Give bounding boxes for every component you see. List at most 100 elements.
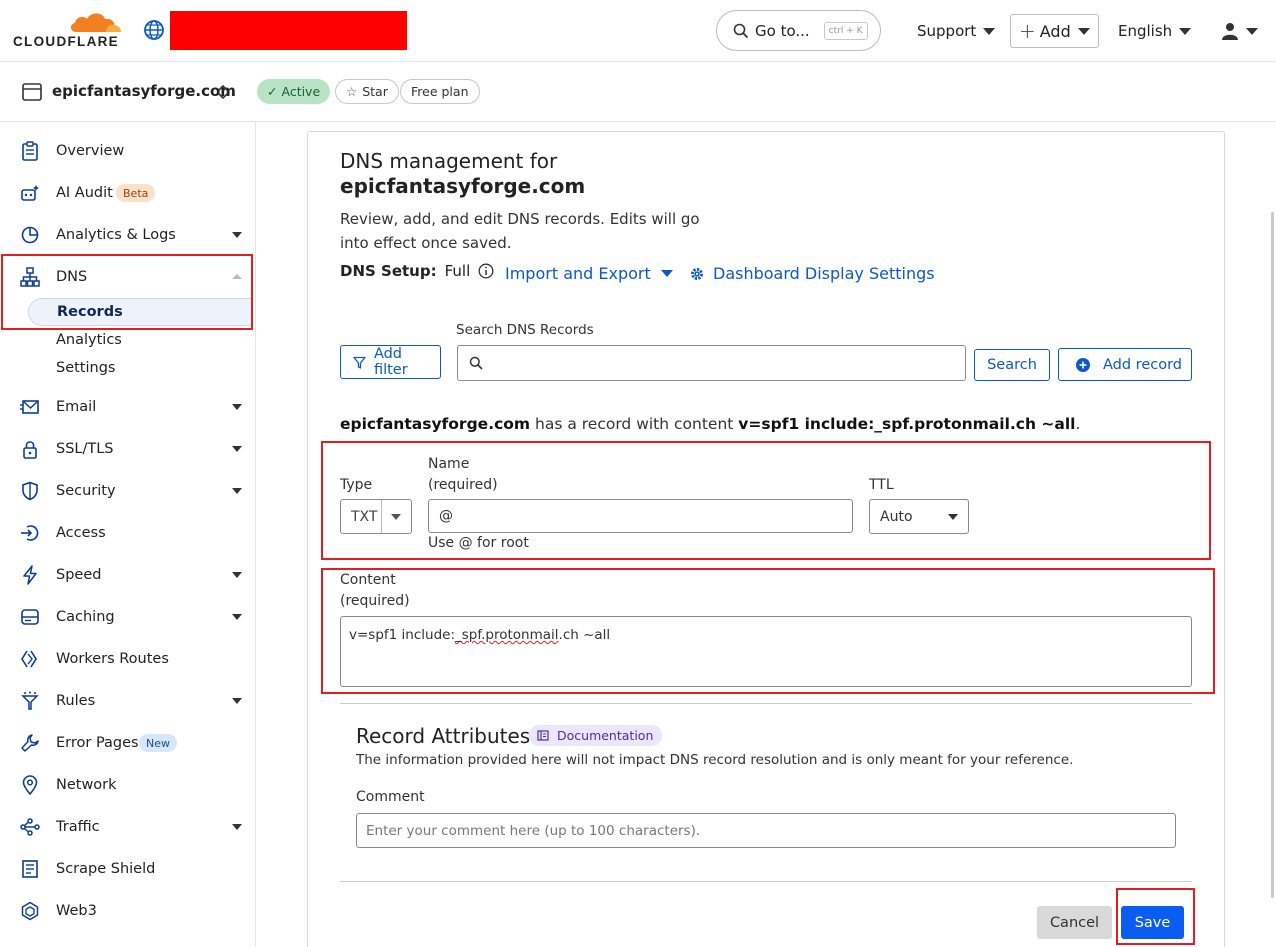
import-export-dropdown[interactable]: Import and Export xyxy=(505,264,673,283)
page-description: Review, add, and edit DNS records. Edits… xyxy=(340,210,700,252)
chevron-down-icon[interactable] xyxy=(232,824,242,830)
add-filter-label: Add filter xyxy=(373,346,408,378)
goto-label: Go to... xyxy=(755,21,810,40)
select-divider xyxy=(381,500,382,533)
sidebar-item-speed[interactable]: Speed xyxy=(0,554,255,596)
search-button[interactable]: Search xyxy=(974,349,1050,381)
add-filter-button[interactable]: Add filter xyxy=(340,345,441,379)
sidebar-item-label: SSL/TLS xyxy=(56,441,114,457)
ttl-value: Auto xyxy=(880,509,913,525)
cancel-button[interactable]: Cancel xyxy=(1037,906,1112,939)
dns-setup-label: DNS Setup: xyxy=(340,262,437,280)
sidebar-item-label: Error Pages xyxy=(56,735,139,751)
sidebar-item-traffic[interactable]: Traffic xyxy=(0,806,255,848)
section-divider xyxy=(340,703,1192,704)
record-attributes-description: The information provided here will not i… xyxy=(356,752,1074,768)
web3-icon xyxy=(21,901,39,921)
add-record-button[interactable]: Add record xyxy=(1058,348,1192,381)
chevron-down-icon[interactable] xyxy=(232,232,242,238)
sidebar-item-email[interactable]: Email xyxy=(0,386,255,428)
traffic-icon xyxy=(20,818,40,836)
type-label: Type xyxy=(340,477,373,493)
search-input[interactable] xyxy=(457,345,966,381)
content-text-a: v=spf1 include: xyxy=(349,627,455,643)
browser-window-icon xyxy=(22,83,42,101)
add-button[interactable]: + Add xyxy=(1010,14,1099,48)
chevron-down-icon[interactable] xyxy=(232,614,242,620)
sidebar-item-label: Rules xyxy=(56,693,96,709)
sidebar-item-error-pages[interactable]: Error Pages New xyxy=(0,722,255,764)
content-required-label: (required) xyxy=(340,593,410,609)
workers-icon xyxy=(21,650,37,668)
sidebar-item-rules[interactable]: Rules xyxy=(0,680,255,722)
sidebar-item-network[interactable]: Network xyxy=(0,764,255,806)
globe-icon[interactable] xyxy=(143,19,165,41)
save-button[interactable]: Save xyxy=(1121,906,1184,939)
checkmark-icon: ✓ xyxy=(267,84,278,99)
access-icon xyxy=(21,525,39,541)
sidebar-item-security[interactable]: Security xyxy=(0,470,255,512)
storage-icon xyxy=(21,609,39,625)
language-menu[interactable]: English xyxy=(1118,14,1192,48)
chevron-down-icon[interactable] xyxy=(232,404,242,410)
page-scrollbar[interactable] xyxy=(1271,212,1274,898)
support-menu[interactable]: Support xyxy=(917,14,996,48)
chevron-down-icon[interactable] xyxy=(232,488,242,494)
info-icon[interactable] xyxy=(478,263,494,279)
zone-switcher-icon[interactable] xyxy=(216,82,230,102)
sidebar-item-label: Caching xyxy=(56,609,115,625)
dashboard-settings-label: Dashboard Display Settings xyxy=(713,264,935,283)
chevron-down-icon xyxy=(1077,27,1090,35)
chevron-down-icon xyxy=(1246,27,1258,35)
ttl-select[interactable]: Auto xyxy=(869,499,969,534)
chevron-down-icon[interactable] xyxy=(232,446,242,452)
documentation-link[interactable]: Documentation xyxy=(529,725,663,746)
name-input[interactable]: @ xyxy=(428,499,853,533)
status-badge: ✓ Active xyxy=(257,79,331,104)
content-label: Content xyxy=(340,572,396,588)
clipboard-icon xyxy=(22,141,38,161)
status-label: Active xyxy=(281,84,321,99)
name-hint: Use @ for root xyxy=(428,535,529,551)
sidebar-item-caching[interactable]: Caching xyxy=(0,596,255,638)
ttl-label: TTL xyxy=(869,477,894,493)
sidebar-item-web3[interactable]: Web3 xyxy=(0,890,255,932)
sidebar-item-overview[interactable]: Overview xyxy=(0,130,255,172)
chevron-down-icon[interactable] xyxy=(232,572,242,578)
plan-badge[interactable]: Free plan xyxy=(400,79,480,104)
content-textarea[interactable]: v=spf1 include:_spf.protonmail.ch ~all xyxy=(340,616,1192,687)
location-pin-icon xyxy=(22,775,38,795)
plus-icon: + xyxy=(1019,19,1036,43)
pie-chart-icon xyxy=(21,226,39,244)
star-button[interactable]: ☆ Star xyxy=(335,79,399,104)
sidebar-subitem-analytics[interactable]: Analytics xyxy=(56,332,122,348)
sidebar-item-label: Analytics & Logs xyxy=(56,227,176,243)
robot-icon xyxy=(21,185,39,201)
comment-input[interactable]: Enter your comment here (up to 100 chara… xyxy=(356,813,1176,848)
sidebar-item-workers-routes[interactable]: Workers Routes xyxy=(0,638,255,680)
type-select[interactable]: TXT xyxy=(340,499,412,534)
sidebar: Overview AI Audit Beta Analytics & Logs … xyxy=(0,122,256,947)
sidebar-item-scrape-shield[interactable]: Scrape Shield xyxy=(0,848,255,890)
search-icon xyxy=(733,23,749,38)
dashboard-display-settings-link[interactable]: Dashboard Display Settings xyxy=(690,264,935,283)
sidebar-item-label: Security xyxy=(56,483,116,499)
user-menu[interactable] xyxy=(1221,14,1258,48)
add-label: Add xyxy=(1039,21,1071,41)
sidebar-item-ssl-tls[interactable]: SSL/TLS xyxy=(0,428,255,470)
add-menu[interactable]: + Add xyxy=(1010,14,1099,48)
funnel-rules-icon xyxy=(21,691,39,710)
sidebar-item-access[interactable]: Access xyxy=(0,512,255,554)
sidebar-item-ai-audit[interactable]: AI Audit Beta xyxy=(0,172,255,214)
book-icon xyxy=(537,730,549,741)
message-end: . xyxy=(1075,415,1081,433)
section-divider xyxy=(340,881,1192,882)
sidebar-item-label: Workers Routes xyxy=(56,651,169,667)
documentation-label: Documentation xyxy=(557,728,654,743)
goto-search-button[interactable]: Go to... ctrl + K xyxy=(716,10,881,51)
chevron-down-icon[interactable] xyxy=(232,698,242,704)
support-label: Support xyxy=(917,22,977,40)
cloudflare-logo[interactable]: CLOUDFLARE xyxy=(13,10,121,50)
sidebar-subitem-settings[interactable]: Settings xyxy=(56,360,115,376)
sidebar-item-analytics-logs[interactable]: Analytics & Logs xyxy=(0,214,255,256)
